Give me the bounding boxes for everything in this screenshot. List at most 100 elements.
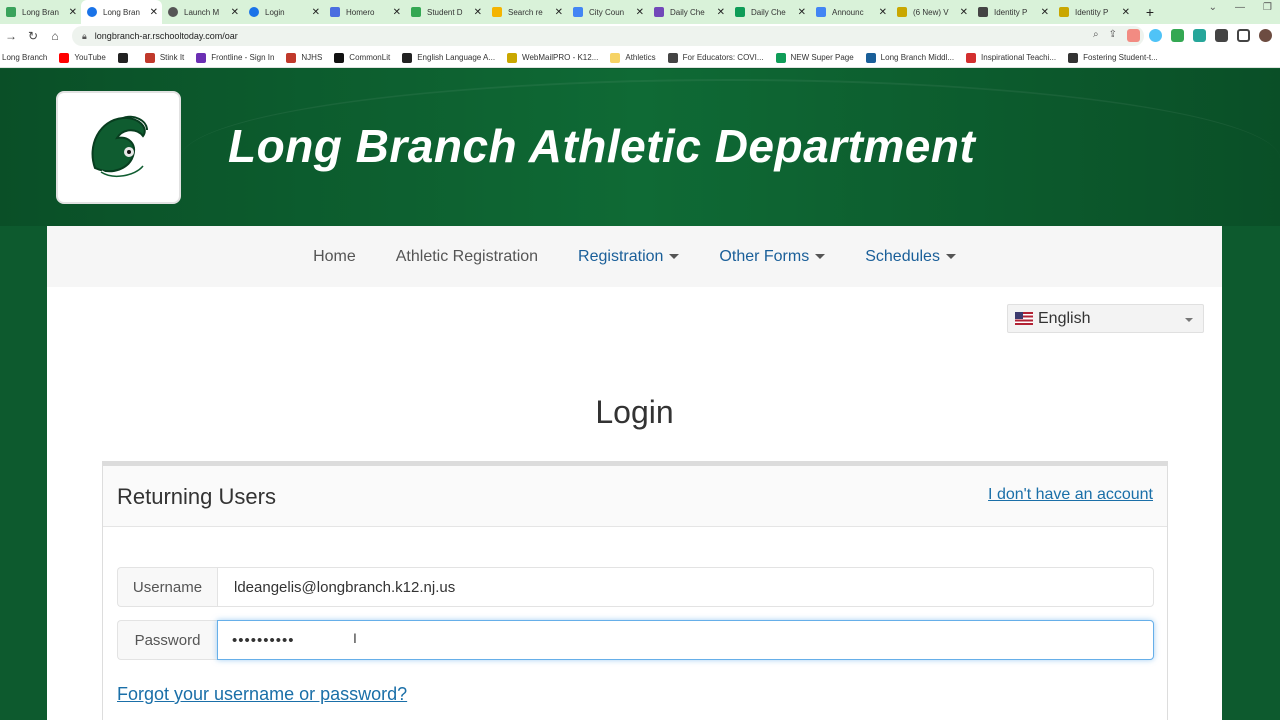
browser-tab[interactable]: Daily Che ✕ bbox=[648, 0, 729, 24]
new-tab-icon[interactable]: + bbox=[1140, 2, 1160, 22]
home-icon[interactable]: ⌂ bbox=[44, 25, 66, 47]
bookmark-item[interactable]: WebMailPRO - K12... bbox=[507, 52, 599, 63]
close-icon[interactable]: ✕ bbox=[474, 7, 482, 18]
banner: Long Branch Athletic Department bbox=[0, 69, 1280, 226]
close-icon[interactable]: ✕ bbox=[879, 7, 887, 18]
bookmark-item[interactable]: CommonLit bbox=[334, 52, 390, 63]
extension-blue-icon[interactable] bbox=[1149, 29, 1162, 42]
nav-item-other-forms[interactable]: Other Forms bbox=[719, 248, 826, 266]
school-logo[interactable] bbox=[56, 91, 181, 204]
globe-icon bbox=[249, 7, 259, 17]
share-icon[interactable]: ⇪ bbox=[1109, 29, 1117, 40]
bookmark-item[interactable]: NJHS bbox=[286, 52, 322, 63]
bookmark-item[interactable]: Long Branch Middl... bbox=[865, 52, 954, 63]
password-field[interactable] bbox=[217, 620, 1154, 660]
zoom-icon[interactable]: ⌕ bbox=[1093, 29, 1099, 40]
nav-item-home[interactable]: Home bbox=[313, 248, 356, 266]
bookmark-item[interactable]: For Educators: COVI... bbox=[667, 52, 764, 63]
browser-tab[interactable]: Search re ✕ bbox=[486, 0, 567, 24]
bookmark-item[interactable]: Stink It bbox=[144, 52, 185, 63]
avatar[interactable] bbox=[1259, 29, 1272, 42]
lock-icon[interactable]: 🔒︎ bbox=[82, 31, 87, 42]
bookmark-item[interactable]: YouTube bbox=[59, 52, 106, 63]
caret-down-icon bbox=[945, 253, 956, 259]
language-select[interactable]: English bbox=[1007, 304, 1204, 333]
browser-tab[interactable]: Identity P ✕ bbox=[972, 0, 1053, 24]
tab-title: Login bbox=[265, 7, 285, 17]
bookmark-item[interactable]: Frontline - Sign In bbox=[196, 52, 274, 63]
close-icon[interactable]: ✕ bbox=[960, 7, 968, 18]
nav-item-registration[interactable]: Registration bbox=[578, 248, 680, 266]
browser-tab[interactable]: Long Bran ✕ bbox=[81, 0, 162, 24]
browser-tab[interactable]: Daily Che ✕ bbox=[729, 0, 810, 24]
extension-screencast-icon[interactable] bbox=[1193, 29, 1206, 42]
k-icon bbox=[897, 7, 907, 17]
window-controls: ⌄ — ❐ bbox=[1209, 2, 1272, 13]
close-icon[interactable]: ✕ bbox=[717, 7, 725, 18]
no-account-link[interactable]: I don't have an account bbox=[988, 486, 1153, 504]
bookmark-label: WebMailPRO - K12... bbox=[522, 53, 599, 62]
browser-tab[interactable]: City Coun ✕ bbox=[567, 0, 648, 24]
browser-tab[interactable]: Student D ✕ bbox=[405, 0, 486, 24]
tab-title: Launch M bbox=[184, 7, 220, 17]
close-icon[interactable]: ✕ bbox=[312, 7, 320, 18]
bookmark-label: Stink It bbox=[159, 53, 185, 62]
tab-title: Long Bran bbox=[103, 7, 140, 17]
forward-icon[interactable]: → bbox=[0, 25, 22, 47]
close-icon[interactable]: ✕ bbox=[1122, 7, 1130, 18]
nav-item-schedules[interactable]: Schedules bbox=[865, 248, 956, 266]
browser-tab[interactable]: Announc ✕ bbox=[810, 0, 891, 24]
address-bar[interactable]: 🔒︎ longbranch-ar.rschooltoday.com/oar ⌕ … bbox=[72, 26, 1144, 46]
reload-icon[interactable]: ↻ bbox=[22, 25, 44, 47]
browser-tab[interactable]: Identity P ✕ bbox=[1053, 0, 1134, 24]
bookmark-item[interactable] bbox=[117, 52, 133, 63]
minimize-icon[interactable]: — bbox=[1235, 2, 1245, 13]
tab-title: City Coun bbox=[589, 7, 625, 17]
bookmark-item[interactable]: Fostering Student-t... bbox=[1068, 52, 1158, 63]
browser-tab[interactable]: Long Bran ✕ bbox=[0, 0, 81, 24]
bookmark-item[interactable]: Inspirational Teachi... bbox=[966, 52, 1056, 63]
tab-strip: Long Bran ✕ Long Bran ✕ Launch M ✕ Login ✕ Homer… bbox=[0, 0, 1280, 24]
nav-item-athletic-registration[interactable]: Athletic Registration bbox=[396, 248, 538, 266]
sidepanel-icon[interactable] bbox=[1237, 29, 1250, 42]
bookmark-favicon-icon bbox=[1068, 52, 1079, 63]
nav-item-label: Home bbox=[313, 247, 356, 265]
caret-down-icon bbox=[669, 253, 680, 259]
extension-green-icon[interactable] bbox=[1171, 29, 1184, 42]
bookmark-favicon-icon bbox=[775, 52, 786, 63]
id-icon bbox=[978, 7, 988, 17]
chevron-down-icon[interactable]: ⌄ bbox=[1209, 2, 1217, 13]
close-icon[interactable]: ✕ bbox=[555, 7, 563, 18]
bookmark-favicon-icon bbox=[402, 52, 413, 63]
extension-red-icon[interactable] bbox=[1127, 29, 1140, 42]
tab-title: Identity P bbox=[1075, 7, 1109, 17]
caret-down-icon bbox=[815, 253, 826, 259]
close-icon[interactable]: ✕ bbox=[636, 7, 644, 18]
browser-tab[interactable]: Homero ✕ bbox=[324, 0, 405, 24]
browser-tab[interactable]: Launch M ✕ bbox=[162, 0, 243, 24]
page: Long Branch Athletic Department Home Athl… bbox=[0, 69, 1280, 720]
restore-icon[interactable]: ❐ bbox=[1263, 2, 1272, 13]
password-row: Password I bbox=[117, 620, 1154, 660]
bookmark-label: For Educators: COVI... bbox=[682, 53, 764, 62]
close-icon[interactable]: ✕ bbox=[1041, 7, 1049, 18]
url-text[interactable]: longbranch-ar.rschooltoday.com/oar bbox=[95, 31, 238, 41]
close-icon[interactable]: ✕ bbox=[393, 7, 401, 18]
bookmark-label: Long Branch bbox=[2, 53, 48, 62]
bookmark-item[interactable]: Athletics bbox=[610, 52, 656, 63]
close-icon[interactable]: ✕ bbox=[798, 7, 806, 18]
username-row: Username bbox=[117, 567, 1154, 607]
bookmark-item[interactable]: Long Branch bbox=[2, 53, 47, 62]
close-icon[interactable]: ✕ bbox=[231, 7, 239, 18]
close-icon[interactable]: ✕ bbox=[69, 7, 77, 18]
bookmark-favicon-icon bbox=[865, 52, 876, 63]
username-field[interactable] bbox=[217, 567, 1154, 607]
puzzle-icon[interactable] bbox=[1215, 29, 1228, 42]
forgot-credentials-link[interactable]: Forgot your username or password? bbox=[117, 684, 407, 705]
browser-tab[interactable]: Login ✕ bbox=[243, 0, 324, 24]
bookmark-item[interactable]: NEW Super Page bbox=[775, 52, 854, 63]
bookmark-item[interactable]: English Language A... bbox=[402, 52, 495, 63]
close-icon[interactable]: ✕ bbox=[150, 7, 158, 18]
green-wave-logo-icon bbox=[91, 115, 148, 178]
browser-tab[interactable]: (6 New) V ✕ bbox=[891, 0, 972, 24]
